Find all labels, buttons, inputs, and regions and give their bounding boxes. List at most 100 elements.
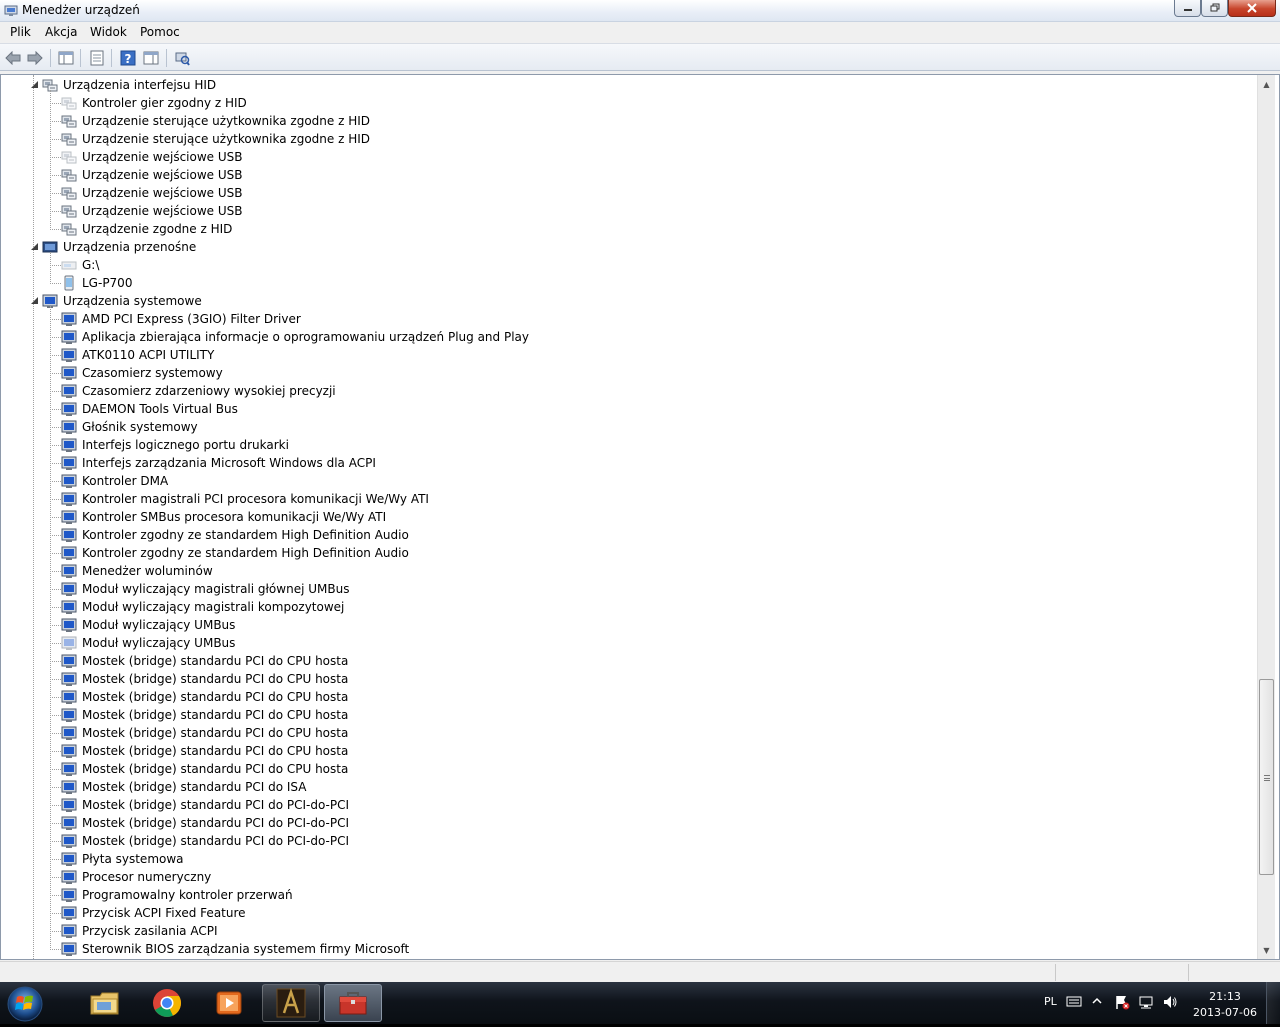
volume-icon[interactable] bbox=[1162, 994, 1178, 1013]
tree-device-item[interactable]: Kontroler gier zgodny z HID bbox=[61, 94, 247, 112]
taskbar-explorer[interactable] bbox=[76, 984, 134, 1022]
show-hide-console-tree-button[interactable] bbox=[57, 49, 75, 67]
start-button[interactable] bbox=[4, 984, 46, 1024]
tree-device-item[interactable]: Urządzenie wejściowe USB bbox=[61, 184, 243, 202]
tree-connector bbox=[50, 499, 61, 500]
expand-collapse-triangle-icon[interactable] bbox=[30, 80, 39, 89]
scroll-down-arrow-icon[interactable]: ▼ bbox=[1258, 942, 1275, 958]
action-center-flag-icon[interactable] bbox=[1114, 994, 1130, 1013]
tree-device-item[interactable]: Mostek (bridge) standardu PCI do CPU hos… bbox=[61, 670, 348, 688]
tree-device-item[interactable]: Aplikacja zbierająca informacje o oprogr… bbox=[61, 328, 529, 346]
menu-widok[interactable]: Widok bbox=[90, 25, 127, 39]
tree-device-item[interactable]: Przycisk zasilania ACPI bbox=[61, 922, 218, 940]
tree-device-item[interactable]: Urządzenie wejściowe USB bbox=[61, 148, 243, 166]
tree-device-item[interactable]: G:\ bbox=[61, 256, 99, 274]
tree-category[interactable]: Urządzenia przenośne bbox=[42, 238, 196, 256]
scroll-up-arrow-icon[interactable]: ▲ bbox=[1258, 76, 1275, 92]
tree-device-item[interactable]: Urządzenie zgodne z HID bbox=[61, 220, 232, 238]
device-tree[interactable]: Urządzenia interfejsu HID Kontroler gier … bbox=[0, 74, 1280, 960]
tree-device-item[interactable]: Urządzenie wejściowe USB bbox=[61, 202, 243, 220]
tree-connector bbox=[50, 139, 61, 140]
tree-device-item[interactable]: Czasomierz zdarzeniowy wysokiej precyzji bbox=[61, 382, 336, 400]
tree-device-item[interactable]: Mostek (bridge) standardu PCI do CPU hos… bbox=[61, 742, 348, 760]
tree-device-item[interactable]: Kontroler zgodny ze standardem High Defi… bbox=[61, 544, 409, 562]
tree-device-item[interactable]: Przycisk ACPI Fixed Feature bbox=[61, 904, 246, 922]
tree-device-label: Urządzenie zgodne z HID bbox=[82, 222, 233, 236]
tree-connector bbox=[50, 733, 61, 734]
tree-device-item[interactable]: Moduł wyliczający UMBus bbox=[61, 616, 235, 634]
tree-device-item[interactable]: Mostek (bridge) standardu PCI do CPU hos… bbox=[61, 760, 348, 778]
tree-device-item[interactable]: Mostek (bridge) standardu PCI do ISA bbox=[61, 778, 306, 796]
tree-device-item[interactable]: Sterownik BIOS zarządzania systemem firm… bbox=[61, 940, 409, 958]
tree-device-item[interactable]: Głośnik systemowy bbox=[61, 418, 198, 436]
tree-category[interactable]: Urządzenia systemowe bbox=[42, 292, 202, 310]
scan-hardware-button[interactable] bbox=[173, 49, 191, 67]
tree-device-item[interactable]: Mostek (bridge) standardu PCI do CPU hos… bbox=[61, 688, 348, 706]
tree-device-item[interactable]: Czasomierz systemowy bbox=[61, 364, 223, 382]
tree-device-item[interactable]: Moduł wyliczający magistrali kompozytowe… bbox=[61, 598, 344, 616]
taskbar-game[interactable] bbox=[262, 984, 320, 1022]
expand-collapse-triangle-icon[interactable] bbox=[30, 242, 39, 251]
minimize-icon bbox=[1183, 9, 1192, 11]
tree-device-item[interactable]: Mostek (bridge) standardu PCI do PCI-do-… bbox=[61, 796, 349, 814]
tree-device-item[interactable]: Mostek (bridge) standardu PCI do PCI-do-… bbox=[61, 814, 349, 832]
forward-button[interactable] bbox=[26, 49, 44, 67]
tree-device-item[interactable]: Interfejs logicznego portu drukarki bbox=[61, 436, 289, 454]
tree-device-item[interactable]: Menedżer woluminów bbox=[61, 562, 213, 580]
tree-device-item[interactable]: ATK0110 ACPI UTILITY bbox=[61, 346, 214, 364]
taskbar-device-manager[interactable] bbox=[324, 984, 382, 1022]
tree-connector bbox=[50, 571, 61, 572]
minimize-button[interactable] bbox=[1174, 0, 1201, 17]
show-desktop-button[interactable] bbox=[1266, 982, 1280, 1024]
close-button[interactable] bbox=[1228, 0, 1276, 17]
tree-device-item[interactable]: Kontroler zgodny ze standardem High Defi… bbox=[61, 526, 409, 544]
tree-connector bbox=[50, 895, 61, 896]
tree-device-item[interactable]: Procesor numeryczny bbox=[61, 868, 211, 886]
tree-device-item[interactable]: AMD PCI Express (3GIO) Filter Driver bbox=[61, 310, 301, 328]
keyboard-icon[interactable] bbox=[1066, 994, 1082, 1011]
tree-device-item[interactable]: Urządzenie sterujące użytkownika zgodne … bbox=[61, 112, 370, 130]
network-icon[interactable] bbox=[1138, 994, 1154, 1013]
tree-device-label: Moduł wyliczający magistrali głównej UMB… bbox=[82, 582, 350, 596]
show-hidden-icons-icon[interactable] bbox=[1092, 996, 1102, 1009]
language-indicator[interactable]: PL bbox=[1044, 995, 1057, 1008]
properties-button[interactable] bbox=[88, 49, 106, 67]
title-bar[interactable]: Menedżer urządzeń bbox=[0, 0, 1280, 22]
system-device-icon bbox=[61, 366, 77, 380]
scrollbar-thumb[interactable] bbox=[1259, 679, 1274, 875]
clock-date[interactable]: 2013-07-06 bbox=[1190, 1006, 1260, 1019]
action-pane-button[interactable] bbox=[142, 49, 160, 67]
expand-collapse-triangle-icon[interactable] bbox=[30, 296, 39, 305]
tree-device-item[interactable]: Urządzenie sterujące użytkownika zgodne … bbox=[61, 130, 370, 148]
taskbar-chrome[interactable] bbox=[138, 984, 196, 1022]
tree-device-item[interactable]: Kontroler magistrali PCI procesora komun… bbox=[61, 490, 429, 508]
menu-plik[interactable]: Plik bbox=[10, 25, 31, 39]
tree-device-item[interactable]: DAEMON Tools Virtual Bus bbox=[61, 400, 238, 418]
clock-time[interactable]: 21:13 bbox=[1196, 990, 1254, 1003]
menu-akcja[interactable]: Akcja bbox=[45, 25, 77, 39]
system-device-icon bbox=[61, 888, 77, 902]
tree-connector bbox=[50, 337, 61, 338]
taskbar-media-player[interactable] bbox=[200, 984, 258, 1022]
menu-pomoc[interactable]: Pomoc bbox=[140, 25, 180, 39]
tree-device-item[interactable]: Urządzenie wejściowe USB bbox=[61, 166, 243, 184]
tree-device-item[interactable]: Mostek (bridge) standardu PCI do CPU hos… bbox=[61, 652, 348, 670]
tree-device-item[interactable]: Płyta systemowa bbox=[61, 850, 184, 868]
tree-device-item[interactable]: Kontroler DMA bbox=[61, 472, 168, 490]
tree-category[interactable]: Urządzenia interfejsu HID bbox=[42, 76, 216, 94]
tree-device-item[interactable]: Moduł wyliczający magistrali głównej UMB… bbox=[61, 580, 349, 598]
tree-device-label: Mostek (bridge) standardu PCI do CPU hos… bbox=[82, 762, 349, 776]
vertical-scrollbar[interactable]: ▲ ▼ bbox=[1257, 75, 1275, 959]
tree-device-item[interactable]: LG-P700 bbox=[61, 274, 132, 292]
tree-device-item[interactable]: Programowalny kontroler przerwań bbox=[61, 886, 293, 904]
help-button[interactable]: ? bbox=[119, 49, 137, 67]
tree-device-item[interactable]: Mostek (bridge) standardu PCI do CPU hos… bbox=[61, 724, 348, 742]
tree-device-item[interactable]: Mostek (bridge) standardu PCI do PCI-do-… bbox=[61, 832, 349, 850]
tree-device-item[interactable]: Interfejs zarządzania Microsoft Windows … bbox=[61, 454, 376, 472]
maximize-button[interactable] bbox=[1201, 0, 1228, 17]
tree-device-item[interactable]: Mostek (bridge) standardu PCI do CPU hos… bbox=[61, 706, 348, 724]
back-button[interactable] bbox=[4, 49, 22, 67]
tree-device-item[interactable]: Kontroler SMBus procesora komunikacji We… bbox=[61, 508, 386, 526]
scan-hardware-icon bbox=[175, 52, 190, 66]
tree-device-item[interactable]: Moduł wyliczający UMBus bbox=[61, 634, 235, 652]
